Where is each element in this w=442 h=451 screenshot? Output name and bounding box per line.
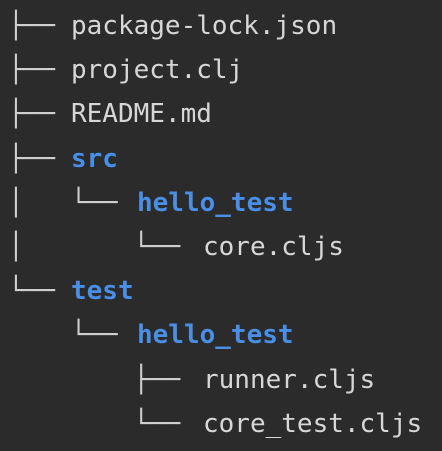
- file-name: README.md: [71, 99, 212, 130]
- tree-entry-runner: ├── runner.cljs: [0, 358, 442, 402]
- tree-branch-glyph: └──: [8, 276, 71, 307]
- file-name: project.clj: [71, 55, 244, 86]
- tree-branch-glyph: ├──: [8, 55, 71, 86]
- directory-name: test: [71, 276, 134, 307]
- directory-name: hello_test: [137, 187, 294, 218]
- tree-entry-src-hello-test: │ └── hello_test: [0, 181, 442, 225]
- tree-branch-glyph: ├──: [8, 364, 196, 395]
- tree-entry-core-test: └── core_test.cljs: [0, 402, 442, 446]
- tree-entry-core: │ └── core.cljs: [0, 225, 442, 269]
- tree-branch-glyph: ├──: [8, 143, 71, 174]
- directory-name: src: [71, 143, 118, 174]
- tree-entry-project: ├── project.clj: [0, 48, 442, 92]
- tree-branch-glyph: └──: [8, 320, 134, 351]
- file-name: runner.cljs: [203, 364, 376, 395]
- terminal-output: ├── package-lock.json ├── project.clj ├─…: [0, 0, 442, 451]
- file-name: package-lock.json: [71, 11, 338, 41]
- tree-branch-glyph: ├──: [8, 11, 71, 41]
- tree-branch-glyph: │ └──: [8, 231, 196, 262]
- tree-branch-glyph: │ └──: [8, 187, 134, 218]
- file-name: core_test.cljs: [203, 408, 423, 439]
- tree-branch-glyph: ├──: [8, 99, 71, 130]
- tree-entry-readme: ├── README.md: [0, 92, 442, 136]
- tree-entry-src: ├── src: [0, 137, 442, 181]
- tree-entry-package-lock: ├── package-lock.json: [0, 4, 442, 48]
- tree-branch-glyph: └──: [8, 408, 196, 439]
- file-name: core.cljs: [203, 231, 344, 262]
- directory-name: hello_test: [137, 320, 294, 351]
- tree-entry-test: └── test: [0, 269, 442, 313]
- tree-entry-test-hello-test: └── hello_test: [0, 313, 442, 357]
